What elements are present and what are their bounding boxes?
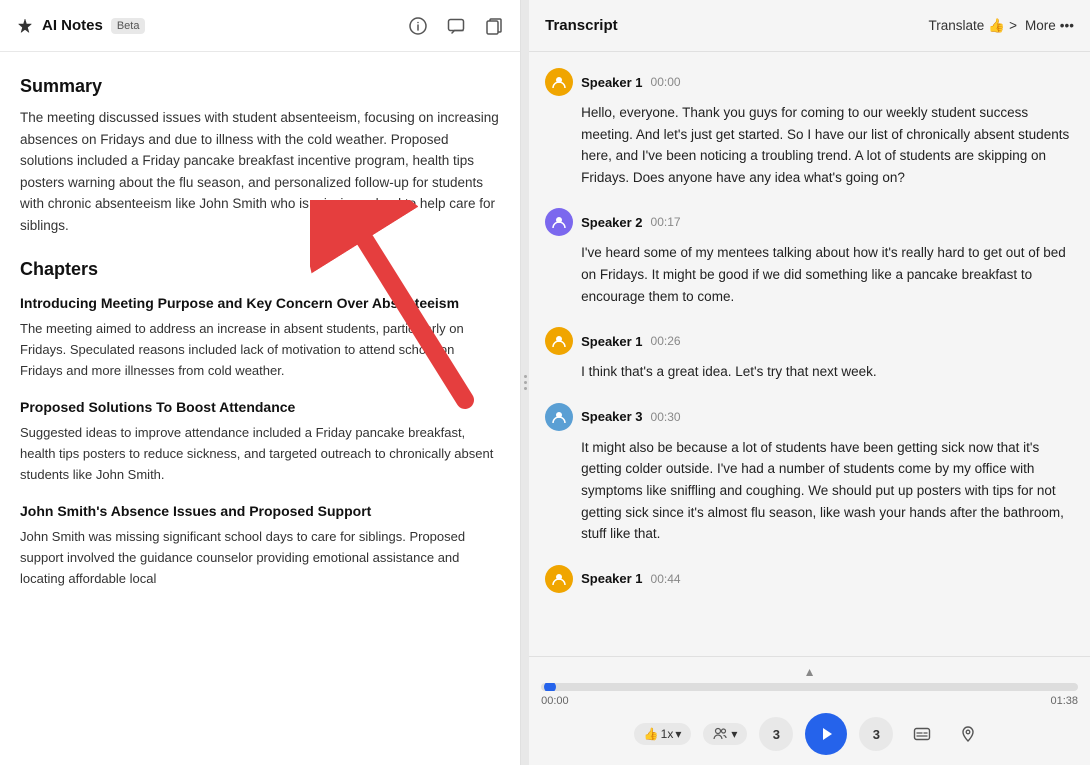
speaker-name-1-1: Speaker 1 [581,75,642,90]
translate-label: Translate [929,18,985,33]
chapter-item-1: Introducing Meeting Purpose and Key Conc… [20,294,500,382]
player-bar: ▲ 00:00 01:38 👍 [529,656,1090,765]
chapter-text-2: Suggested ideas to improve attendance in… [20,423,500,485]
chapters-title: Chapters [20,259,500,280]
divider-handle [524,375,527,390]
controls-row: 👍 1x ▾ ▾ 3 3 [541,713,1078,755]
more-button[interactable]: More ••• [1025,18,1074,33]
divider-dot-1 [524,375,527,378]
summary-title: Summary [20,76,500,97]
divider-dot-2 [524,381,527,384]
speaker-header-5: Speaker 1 00:44 [545,565,1074,593]
speaker-text-1-1: Hello, everyone. Thank you guys for comi… [581,102,1074,188]
participants-button[interactable]: ▾ [703,723,747,745]
speed-emoji-icon: 👍 [644,727,659,741]
speaker-time-1-2: 00:26 [651,334,681,348]
copy-icon[interactable] [484,16,504,36]
avatar-speaker1-3 [545,565,573,593]
speaker-text-2: I've heard some of my mentees talking ab… [581,242,1074,307]
participants-chevron-icon: ▾ [731,727,737,741]
skip-forward-label: 3 [873,727,880,742]
speaker-block-4: Speaker 3 00:30 It might also be because… [545,403,1074,545]
header-actions: Translate 👍 > More ••• [929,18,1074,34]
info-icon[interactable] [408,16,428,36]
chapter-heading-2: Proposed Solutions To Boost Attendance [20,398,500,418]
header-icons [408,16,504,36]
current-time: 00:00 [541,695,569,707]
collapse-section[interactable]: ▲ [541,665,1078,679]
speaker-text-3: It might also be because a lot of studen… [581,437,1074,545]
play-button[interactable] [805,713,847,755]
speaker-header-1: Speaker 1 00:00 [545,68,1074,96]
summary-text: The meeting discussed issues with studen… [20,107,500,237]
speaker-header-4: Speaker 3 00:30 [545,403,1074,431]
transcript-title: Transcript [545,17,618,34]
speed-label: 1x [661,727,674,741]
skip-forward-button[interactable]: 3 [859,717,893,751]
translate-emoji-icon: 👍 [988,18,1005,34]
speaker-name-2: Speaker 2 [581,215,642,230]
app-title: AI Notes [42,17,103,34]
total-time: 01:38 [1050,695,1078,707]
skip-back-button[interactable]: 3 [759,717,793,751]
speaker-name-1-2: Speaker 1 [581,334,642,349]
right-header: Transcript Translate 👍 > More ••• [529,0,1090,52]
transcript-content: Speaker 1 00:00 Hello, everyone. Thank y… [529,52,1090,656]
left-header: AI Notes Beta [0,0,520,52]
chapter-heading-3: John Smith's Absence Issues and Proposed… [20,502,500,522]
location-icon [959,725,977,743]
chapter-text-1: The meeting aimed to address an increase… [20,319,500,381]
chapter-item-3: John Smith's Absence Issues and Proposed… [20,502,500,590]
captions-icon [913,725,931,743]
progress-dot [544,683,556,691]
speaker-time-2: 00:17 [651,215,681,229]
speaker-header-2: Speaker 2 00:17 [545,208,1074,236]
speaker-time-1-1: 00:00 [651,75,681,89]
progress-track[interactable] [541,683,1078,691]
header-brand: AI Notes Beta [16,17,145,35]
speaker-name-1-3: Speaker 1 [581,571,642,586]
speaker-text-1-2: I think that's a great idea. Let's try t… [581,361,1074,383]
collapse-icon: ▲ [804,665,816,679]
ai-star-icon [16,17,34,35]
speaker-name-3: Speaker 3 [581,409,642,424]
speaker-block-5: Speaker 1 00:44 [545,565,1074,593]
more-dots-icon: ••• [1060,18,1074,33]
speaker-block-1: Speaker 1 00:00 Hello, everyone. Thank y… [545,68,1074,188]
play-icon [818,726,834,742]
speed-chevron-icon: ▾ [675,727,681,741]
left-content: Summary The meeting discussed issues wit… [0,52,520,765]
avatar-speaker1-2 [545,327,573,355]
avatar-speaker3 [545,403,573,431]
skip-back-label: 3 [773,727,780,742]
chapter-heading-1: Introducing Meeting Purpose and Key Conc… [20,294,500,314]
speed-button[interactable]: 👍 1x ▾ [634,723,692,745]
more-label: More [1025,18,1056,33]
time-row: 00:00 01:38 [541,695,1078,707]
location-button[interactable] [951,717,985,751]
speaker-time-1-3: 00:44 [651,572,681,586]
chapter-item-2: Proposed Solutions To Boost Attendance S… [20,398,500,486]
speaker-block-3: Speaker 1 00:26 I think that's a great i… [545,327,1074,383]
avatar-speaker1-1 [545,68,573,96]
beta-badge: Beta [111,18,146,34]
divider-dot-3 [524,387,527,390]
speaker-header-3: Speaker 1 00:26 [545,327,1074,355]
right-panel: Transcript Translate 👍 > More ••• Speake… [529,0,1090,765]
avatar-speaker2 [545,208,573,236]
message-icon[interactable] [446,16,466,36]
chapter-text-3: John Smith was missing significant schoo… [20,527,500,589]
captions-button[interactable] [905,717,939,751]
participants-icon [713,727,727,741]
progress-section: ▲ 00:00 01:38 [541,665,1078,707]
speaker-time-3: 00:30 [651,410,681,424]
translate-chevron-icon: > [1009,18,1017,33]
speaker-block-2: Speaker 2 00:17 I've heard some of my me… [545,208,1074,307]
translate-button[interactable]: Translate 👍 > [929,18,1017,34]
panel-divider[interactable] [521,0,529,765]
left-panel: AI Notes Beta [0,0,521,765]
